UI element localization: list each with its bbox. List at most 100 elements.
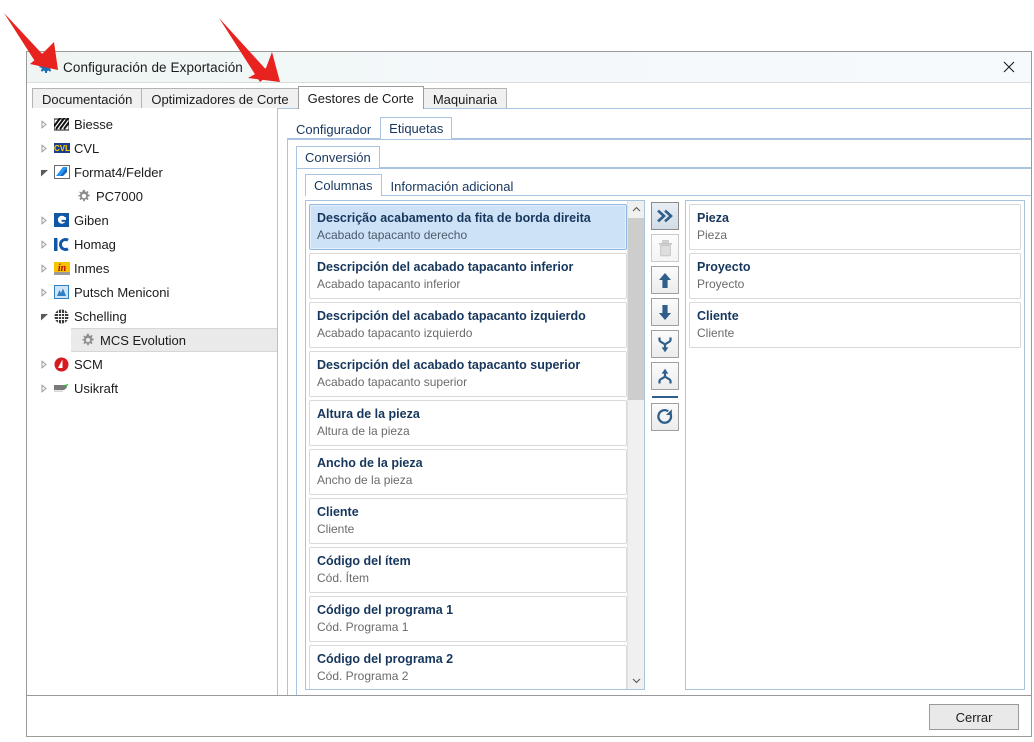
chevron-down-icon[interactable] <box>35 312 53 321</box>
tree-item-label: Schelling <box>74 308 127 324</box>
tree-item-pc7000[interactable]: PC7000 <box>27 184 277 208</box>
list-item-title: Descripción del acabado tapacanto superi… <box>317 358 581 372</box>
list-item-title: Ancho de la pieza <box>317 456 423 470</box>
tree-item-label: Format4/Felder <box>74 164 163 180</box>
vertical-scrollbar[interactable] <box>627 201 644 689</box>
list-item[interactable]: Descripción del acabado tapacanto inferi… <box>309 253 627 299</box>
merge-button[interactable] <box>651 330 679 358</box>
list-item[interactable]: Descrição acabamento da fita de borda di… <box>309 204 627 250</box>
chevron-down-icon[interactable] <box>628 672 644 689</box>
list-item[interactable]: Cliente Cliente <box>309 498 627 544</box>
tree-item-cvl[interactable]: CVL CVL <box>27 136 277 160</box>
schelling-icon <box>53 308 70 324</box>
list-item-subtitle: Acabado tapacanto izquierdo <box>317 326 473 340</box>
tree-item-homag[interactable]: Homag <box>27 232 277 256</box>
giben-icon <box>53 212 70 228</box>
chevron-right-icon[interactable] <box>35 239 53 249</box>
trash-icon <box>658 239 672 256</box>
tab-conversion[interactable]: Conversión <box>296 146 380 168</box>
tab-optimizadores-de-corte[interactable]: Optimizadores de Corte <box>141 88 299 109</box>
tab-gestores-de-corte[interactable]: Gestores de Corte <box>297 86 424 109</box>
tab-configurador[interactable]: Configurador <box>287 119 380 139</box>
tree-item-format4-felder[interactable]: Format4/Felder <box>27 160 277 184</box>
close-icon[interactable] <box>987 52 1031 81</box>
chevron-right-icon[interactable] <box>35 263 53 273</box>
available-columns-list[interactable]: Descrição acabamento da fita de borda di… <box>305 200 645 690</box>
inmes-icon: in <box>53 260 70 276</box>
gear-icon <box>75 188 92 204</box>
tree-item-usikraft[interactable]: Usikraft <box>27 376 277 400</box>
tree-item-biesse[interactable]: Biesse <box>27 112 277 136</box>
list-item-subtitle: Cliente <box>697 326 735 340</box>
list-item-title: Proyecto <box>697 260 751 274</box>
tabstrip-secondary: Configurador Etiquetas <box>287 117 1031 139</box>
list-item[interactable]: Descripción del acabado tapacanto superi… <box>309 351 627 397</box>
list-item-title: Cliente <box>697 309 739 323</box>
list-item-subtitle: Acabado tapacanto inferior <box>317 277 461 291</box>
list-item-subtitle: Cód. Programa 1 <box>317 620 409 634</box>
cvl-icon: CVL <box>53 140 70 156</box>
tree-item-label: SCM <box>74 356 103 372</box>
chevron-right-icon[interactable] <box>35 383 53 393</box>
list-item[interactable]: Proyecto Proyecto <box>689 253 1021 299</box>
tabstrip-quaternary: Columnas Información adicional <box>305 174 1031 196</box>
refresh-button[interactable] <box>651 403 679 431</box>
double-chevron-right-icon <box>657 209 673 223</box>
chevron-right-icon[interactable] <box>35 215 53 225</box>
putsch-icon <box>53 284 70 300</box>
tree-item-putsch-meniconi[interactable]: Putsch Meniconi <box>27 280 277 304</box>
tree-item-label: CVL <box>74 140 100 156</box>
tab-maquinaria[interactable]: Maquinaria <box>422 88 508 109</box>
list-item-title: Código del programa 2 <box>317 652 454 666</box>
dialog-footer: Cerrar <box>27 695 1031 736</box>
close-button[interactable]: Cerrar <box>929 704 1019 730</box>
scm-icon <box>53 356 70 372</box>
dual-list: Descrição acabamento da fita de borda di… <box>305 200 1025 690</box>
split-up-icon <box>658 368 672 383</box>
machine-tree[interactable]: Biesse CVL CVL Format4/Felder PC7000 Gib… <box>27 108 277 696</box>
list-item[interactable]: Pieza Pieza <box>689 204 1021 250</box>
split-button[interactable] <box>651 362 679 390</box>
list-item-subtitle: Cód. Programa 2 <box>317 669 409 683</box>
move-up-button[interactable] <box>651 266 679 294</box>
list-item[interactable]: Ancho de la pieza Ancho de la pieza <box>309 449 627 495</box>
list-item-subtitle: Altura de la pieza <box>317 424 410 438</box>
chevron-right-icon[interactable] <box>35 287 53 297</box>
svg-text:CVL: CVL <box>54 144 70 153</box>
list-item[interactable]: Código del programa 1 Cód. Programa 1 <box>309 596 627 642</box>
chevron-down-icon[interactable] <box>35 168 53 177</box>
list-item[interactable]: Cliente Cliente <box>689 302 1021 348</box>
chevron-right-icon[interactable] <box>35 143 53 153</box>
scrollbar-track[interactable] <box>628 218 644 672</box>
tab-columnas[interactable]: Columnas <box>305 174 382 196</box>
list-item[interactable]: Código del ítem Cód. Ítem <box>309 547 627 593</box>
usikraft-icon <box>53 380 70 396</box>
tree-item-inmes[interactable]: in Inmes <box>27 256 277 280</box>
export-configuration-window: Configuración de Exportación Documentaci… <box>26 51 1032 737</box>
chevron-right-icon[interactable] <box>35 359 53 369</box>
list-item-subtitle: Cód. Ítem <box>317 571 370 585</box>
chevron-right-icon[interactable] <box>35 119 53 129</box>
tab-documentacion[interactable]: Documentación <box>32 88 143 109</box>
selected-columns-list[interactable]: Pieza Pieza Proyecto Proyecto Cliente Cl… <box>685 200 1025 690</box>
tab-informacion-adicional[interactable]: Información adicional <box>382 176 523 196</box>
scrollbar-thumb[interactable] <box>628 218 644 400</box>
list-item[interactable]: Descripción del acabado tapacanto izquie… <box>309 302 627 348</box>
list-item[interactable]: Código del programa 2 Cód. Programa 2 <box>309 645 627 689</box>
move-down-button[interactable] <box>651 298 679 326</box>
tree-item-mcs-evolution[interactable]: MCS Evolution <box>71 328 277 352</box>
transfer-button-column <box>645 200 685 690</box>
tree-item-schelling[interactable]: Schelling <box>27 304 277 328</box>
format4-icon <box>53 164 70 180</box>
tree-item-scm[interactable]: SCM <box>27 352 277 376</box>
list-item[interactable]: Altura de la pieza Altura de la pieza <box>309 400 627 446</box>
move-all-right-button[interactable] <box>651 202 679 230</box>
tab-etiquetas[interactable]: Etiquetas <box>380 117 453 139</box>
tree-item-giben[interactable]: Giben <box>27 208 277 232</box>
gear-icon <box>38 59 54 75</box>
button-group-separator <box>652 396 678 398</box>
delete-button[interactable] <box>651 234 679 262</box>
window-body: Biesse CVL CVL Format4/Felder PC7000 Gib… <box>27 108 1031 696</box>
tree-item-label: Homag <box>74 236 116 252</box>
chevron-up-icon[interactable] <box>628 201 644 218</box>
